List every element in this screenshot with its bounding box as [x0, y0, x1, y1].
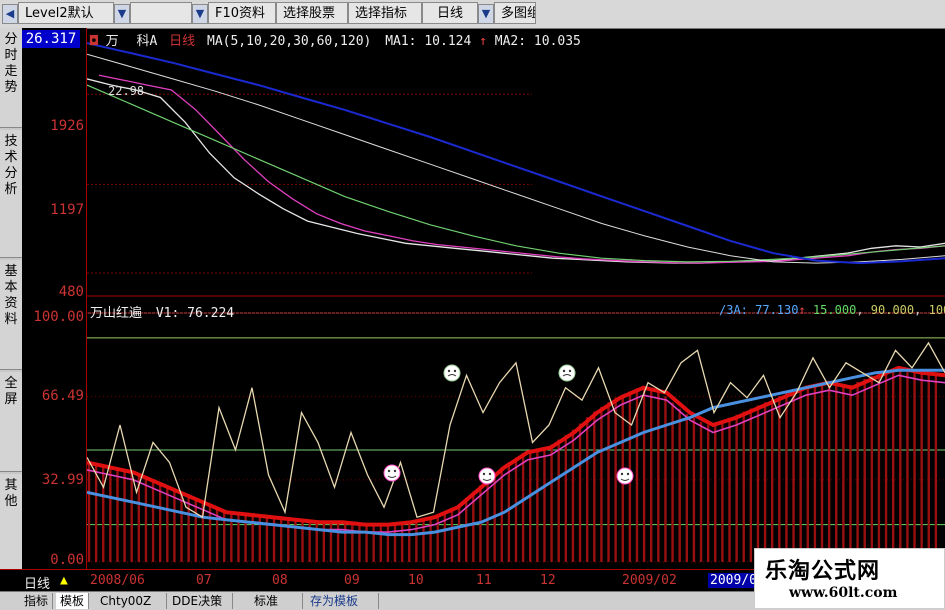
- level2-dropdown-arrow-icon[interactable]: ▼: [114, 4, 130, 24]
- face-eye: [620, 472, 624, 476]
- legend-ma1: MA1: 10.124: [385, 34, 472, 49]
- tab-intraday[interactable]: 分时走势: [0, 28, 22, 128]
- stock-code-field[interactable]: [130, 2, 192, 24]
- stock-dropdown-arrow-icon[interactable]: ▼: [192, 4, 208, 24]
- price-legend: ◘ 万 科A 日线 MA(5,10,20,30,60,120) MA1: 10.…: [90, 30, 581, 49]
- date-label: 07: [196, 573, 212, 588]
- price-annotation: 22.98: [108, 84, 145, 98]
- tab-fullscreen-label: 全屏: [4, 376, 18, 407]
- level2-default-button[interactable]: Level2默认: [18, 2, 114, 24]
- face-eye: [447, 369, 451, 373]
- watermark-name: 乐淘公式网: [765, 558, 881, 584]
- chart-area: [87, 42, 945, 563]
- indicator-right-legend: /3A: 77.130↑ 15.000, 90.000, 100: [719, 303, 945, 317]
- face-marker-icon: [478, 467, 496, 485]
- face-eye: [562, 369, 566, 373]
- date-cursor-label: 2009/0: [708, 573, 759, 588]
- date-label: 2008/06: [90, 573, 145, 588]
- price-ytick: 1197: [50, 202, 84, 218]
- tab-fundamentals-label: 基本资料: [4, 264, 18, 327]
- legend-up-arrow-icon: ↑: [479, 34, 487, 49]
- face-marker-icon: [616, 467, 634, 485]
- tab-technical[interactable]: 技术分析: [0, 130, 22, 258]
- face-eye: [387, 469, 391, 473]
- date-label: 09: [344, 573, 360, 588]
- legend-period: 日线: [169, 34, 196, 49]
- date-label: 2009/02: [622, 573, 677, 588]
- date-period-label: 日线: [24, 577, 51, 592]
- tab-dde[interactable]: DDE决策: [168, 593, 233, 609]
- face-eye: [482, 472, 486, 476]
- legend-marker-icon: ◘: [90, 34, 98, 49]
- face-eye: [568, 369, 572, 373]
- legend-ma2: MA2: 10.035: [494, 34, 581, 49]
- face-eye: [453, 369, 457, 373]
- indicator-value-a: /3A: 77.130: [719, 303, 799, 317]
- date-label: 12: [540, 573, 556, 588]
- tab-other-label: 其他: [4, 478, 18, 509]
- left-side-tabs: 分时走势 技术分析 基本资料 全屏 其他: [0, 28, 23, 594]
- multi-chart-button[interactable]: 多图组: [494, 2, 536, 24]
- current-price-box: 26.317: [22, 30, 80, 48]
- menu-left-arrow-icon[interactable]: ◀: [2, 4, 18, 24]
- select-indicator-button[interactable]: 选择指标: [348, 2, 422, 24]
- date-label: 08: [272, 573, 288, 588]
- triangle-up-icon[interactable]: ▲: [60, 573, 68, 588]
- select-stock-button[interactable]: 选择股票: [276, 2, 348, 24]
- tab-template[interactable]: 模板: [56, 593, 90, 609]
- face-eye: [488, 472, 492, 476]
- indicator-value-c: 90.000: [870, 303, 915, 317]
- watermark-url: www.60lt.com: [789, 585, 898, 601]
- tab-indicator[interactable]: 指标: [20, 593, 54, 609]
- chart-lines: [87, 42, 945, 537]
- ma-line: [87, 78, 945, 264]
- legend-stock-prefix: 万: [105, 34, 119, 49]
- tab-save-template[interactable]: 存为模板: [306, 593, 379, 609]
- price-ytick: 480: [58, 284, 84, 300]
- indicator-bars: [87, 368, 938, 562]
- indicator-value-b: 15.000: [812, 303, 857, 317]
- up-arrow-icon: ↑: [798, 303, 806, 317]
- f10-button[interactable]: F10资料: [208, 2, 276, 24]
- date-label: 10: [408, 573, 424, 588]
- indicator-ytick: 32.99: [41, 472, 84, 488]
- date-label: 11: [476, 573, 492, 588]
- indicator-name: 万山红遍: [90, 306, 143, 321]
- top-toolbar: ◀ Level2默认 ▼ ▼ F10资料 选择股票 选择指标 日线 ▼ 多图组: [0, 0, 945, 29]
- ma-line: [87, 42, 945, 265]
- tab-technical-label: 技术分析: [4, 134, 18, 197]
- legend-ma-params: MA(5,10,20,30,60,120): [207, 34, 372, 49]
- tab-fundamentals[interactable]: 基本资料: [0, 260, 22, 370]
- ma-line: [87, 84, 945, 263]
- tab-intraday-label: 分时走势: [4, 32, 18, 95]
- price-ytick: 1926: [50, 118, 84, 134]
- indicator-ytick: 0.00: [50, 552, 84, 568]
- indicator-ytick: 100.00: [33, 309, 84, 325]
- watermark: 乐淘公式网 www.60lt.com: [754, 548, 945, 609]
- face-marker-icon: [443, 364, 461, 382]
- period-button[interactable]: 日线: [422, 2, 478, 24]
- y-axis: 1926 1197 480 100.00 66.49 32.99 0.00: [22, 28, 87, 593]
- indicator-value-d: 100: [928, 303, 945, 317]
- face-eye: [393, 469, 397, 473]
- face-eye: [626, 472, 630, 476]
- tab-standard[interactable]: 标准: [250, 593, 303, 609]
- tab-chty00z[interactable]: Chty00Z: [96, 593, 167, 609]
- indicator-ytick: 66.49: [41, 388, 84, 404]
- face-marker-icon: [558, 364, 576, 382]
- face-marker-icon: [383, 464, 401, 482]
- indicator-v1: V1: 76.224: [155, 306, 235, 321]
- legend-stock-name: 科A: [136, 34, 158, 49]
- tab-fullscreen[interactable]: 全屏: [0, 372, 22, 472]
- period-dropdown-arrow-icon[interactable]: ▼: [478, 4, 494, 24]
- indicator-legend: 万山红遍 V1: 76.224: [90, 302, 234, 321]
